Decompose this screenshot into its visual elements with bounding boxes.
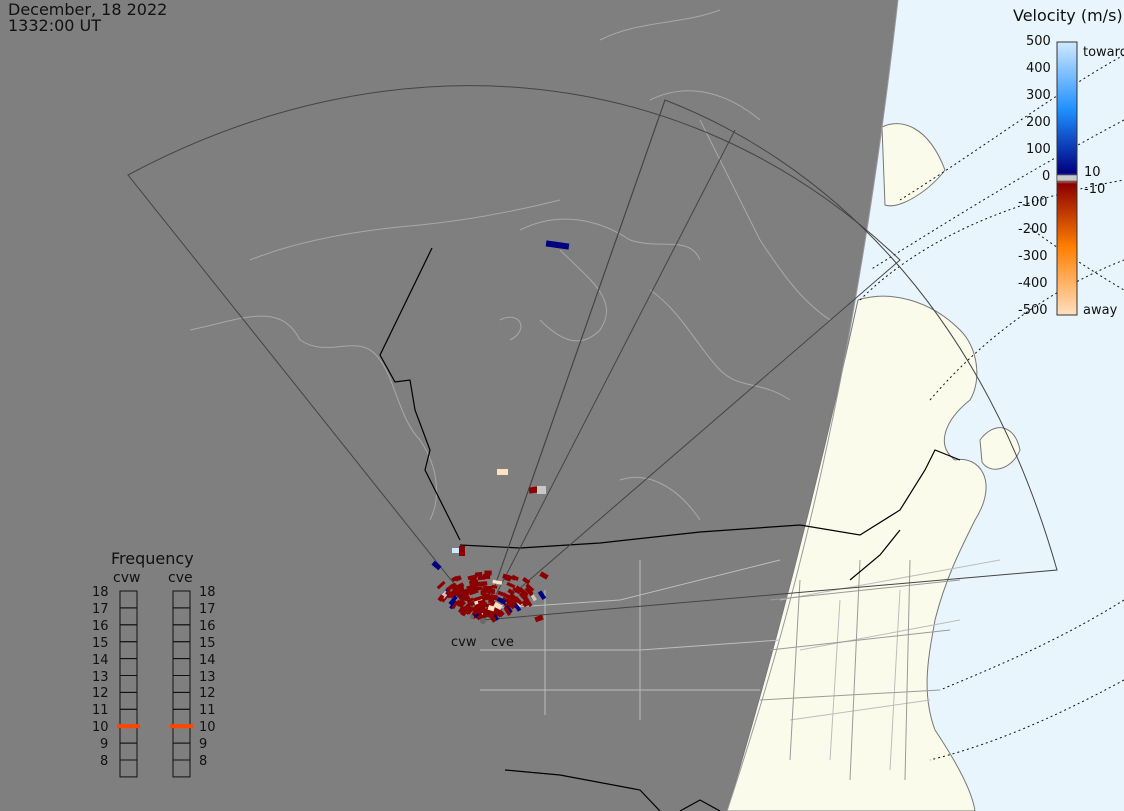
frequency-level-left: 8 xyxy=(100,754,109,769)
frequency-cell xyxy=(172,624,191,643)
radar-site-marker xyxy=(470,615,474,619)
colorbar-tick-label: 200 xyxy=(1026,114,1051,130)
colorbar-tick-label: -200 xyxy=(1018,222,1048,238)
frequency-level-left: 11 xyxy=(92,703,109,719)
colorbar-tick-label: -100 xyxy=(1018,195,1048,211)
frequency-cell xyxy=(172,708,191,727)
frequency-level-left: 10 xyxy=(92,720,109,736)
frequency-cell xyxy=(119,725,138,744)
velocity-cell xyxy=(484,570,492,576)
colorbar-away-label: away xyxy=(1083,303,1118,318)
velocity-cell xyxy=(480,590,487,595)
frequency-cell xyxy=(119,658,138,676)
frequency-level-left: 15 xyxy=(92,635,109,651)
frequency-col-cvw: cvw xyxy=(113,570,141,586)
colorbar-tick-label: 0 xyxy=(1042,168,1051,184)
frequency-level-right: 10 xyxy=(199,720,216,736)
colorbar-zero-band xyxy=(1056,174,1078,182)
frequency-cell xyxy=(119,759,138,778)
site-label-cve: cve xyxy=(491,635,514,650)
frequency-cell xyxy=(119,675,138,693)
time-label: 1332:00 UT xyxy=(8,16,102,35)
colorbar-tick-label: -500 xyxy=(1018,303,1048,318)
velocity-cell xyxy=(539,571,549,580)
frequency-cell xyxy=(172,641,191,660)
frequency-cell xyxy=(119,708,138,727)
frequency-ladders xyxy=(117,590,193,778)
velocity-cell xyxy=(459,546,465,556)
colorbar-toward-label: toward xyxy=(1083,45,1124,60)
colorbar-tick-label: 100 xyxy=(1026,141,1051,157)
frequency-level-left: 17 xyxy=(92,601,109,617)
frequency-cell xyxy=(172,725,191,744)
frequency-level-left: 12 xyxy=(92,686,109,702)
colorbar-title: Velocity (m/s) xyxy=(1013,6,1123,25)
colorbar-plus10-label: 10 xyxy=(1084,165,1101,180)
frequency-cell xyxy=(172,691,191,710)
map-stage: December, 18 2022 1332:00 UT Velocity (m… xyxy=(0,0,1124,811)
frequency-selected-marker xyxy=(117,724,140,729)
frequency-level-right: 17 xyxy=(199,601,216,617)
velocity-cell xyxy=(506,581,516,589)
frequency-col-cve: cve xyxy=(168,570,193,586)
frequency-cell xyxy=(172,658,191,676)
frequency-title: Frequency xyxy=(111,549,194,568)
colorbar-tick-label: 300 xyxy=(1026,87,1051,103)
frequency-cell xyxy=(172,742,191,761)
frequency-cell xyxy=(119,742,138,761)
map-canvas xyxy=(117,0,1124,811)
frequency-cell xyxy=(119,624,138,643)
frequency-level-right: 13 xyxy=(199,669,216,685)
site-label-cvw: cvw xyxy=(451,635,477,650)
frequency-cell xyxy=(119,607,138,626)
radar-site-marker xyxy=(480,618,486,624)
velocity-cell xyxy=(537,486,546,494)
frequency-level-right: 14 xyxy=(199,652,216,668)
frequency-level-right: 18 xyxy=(199,585,216,600)
frequency-cell xyxy=(119,691,138,710)
velocity-cell xyxy=(477,575,486,581)
colorbar-tick-label: 500 xyxy=(1026,34,1051,49)
colorbar-tick-label: -300 xyxy=(1018,249,1048,265)
frequency-level-left: 9 xyxy=(100,737,109,753)
frequency-level-right: 15 xyxy=(199,635,216,651)
frequency-level-left: 16 xyxy=(92,618,109,634)
colorbar-tick-label: -400 xyxy=(1018,276,1048,292)
frequency-cell xyxy=(172,759,191,778)
velocity-cell xyxy=(492,579,503,585)
frequency-level-left: 14 xyxy=(92,652,109,668)
frequency-level-right: 11 xyxy=(199,703,216,719)
frequency-selected-marker xyxy=(170,724,193,729)
frequency-level-right: 8 xyxy=(199,754,208,769)
velocity-cell xyxy=(482,595,492,601)
velocity-cell xyxy=(497,590,505,597)
frequency-cell xyxy=(172,675,191,693)
frequency-cell xyxy=(172,607,191,626)
velocity-cell xyxy=(477,581,488,587)
velocity-cell xyxy=(528,486,539,494)
frequency-level-right: 16 xyxy=(199,618,216,634)
frequency-cell xyxy=(119,590,138,609)
frequency-level-left: 13 xyxy=(92,669,109,685)
velocity-cell xyxy=(497,469,508,475)
frequency-cell xyxy=(172,590,191,609)
frequency-level-left: 18 xyxy=(92,585,109,600)
velocity-cell xyxy=(545,240,570,250)
frequency-level-right: 12 xyxy=(199,686,216,702)
colorbar-tick-label: 400 xyxy=(1026,60,1051,76)
colorbar-minus10-label: -10 xyxy=(1084,182,1106,197)
velocity-cell xyxy=(483,585,493,591)
velocity-cell xyxy=(436,580,446,590)
frequency-cell xyxy=(119,641,138,660)
frequency-level-right: 9 xyxy=(199,737,208,753)
